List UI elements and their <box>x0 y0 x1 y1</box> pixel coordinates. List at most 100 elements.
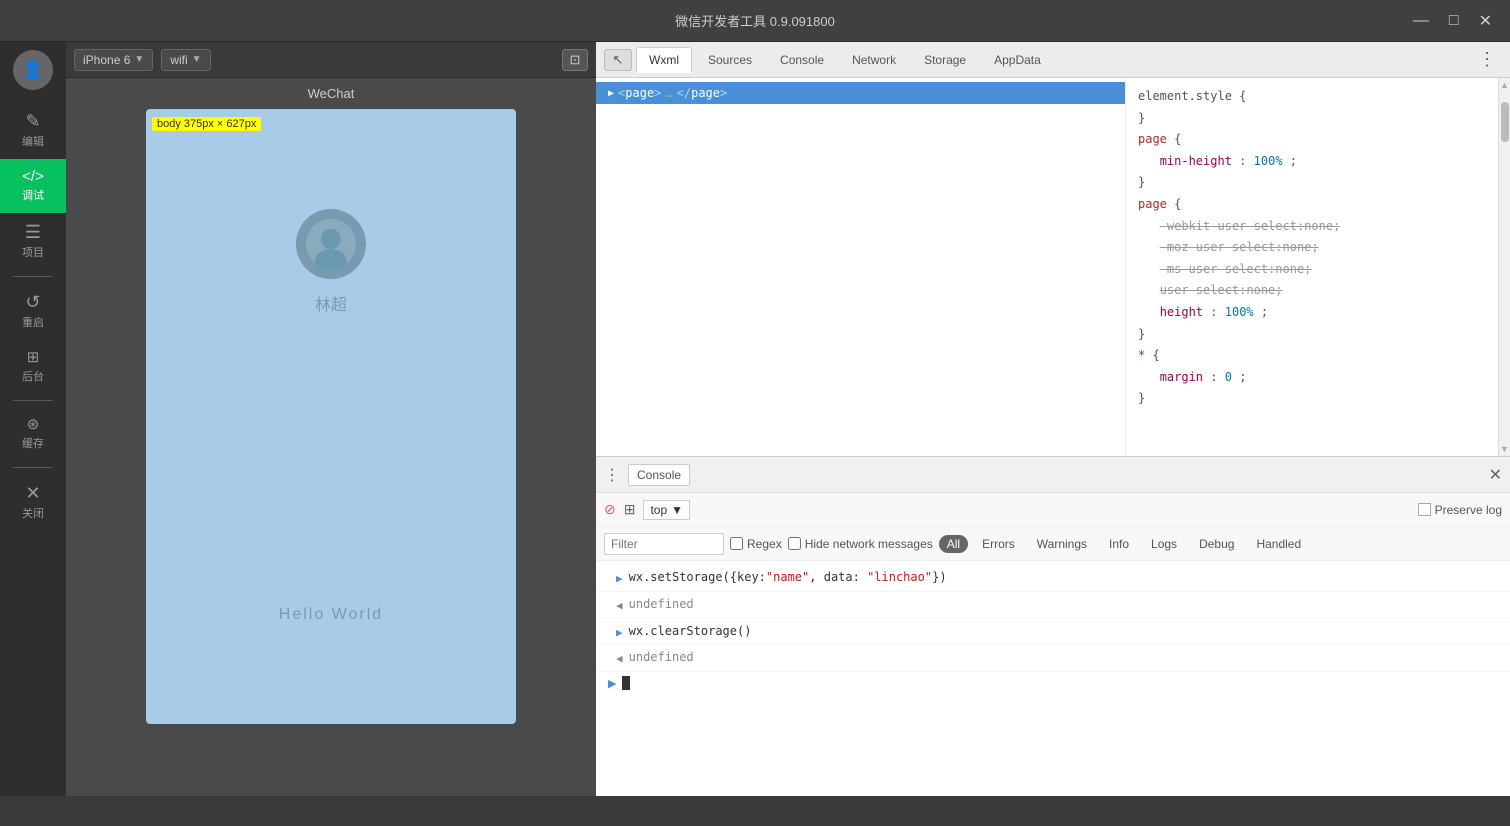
console-panel: ⋮ Console ✕ ⊘ ⊞ top ▼ Pres <box>596 456 1510 796</box>
window-title: 微信开发者工具 0.9.091800 <box>675 11 835 30</box>
cursor-blink <box>622 676 630 690</box>
tab-network[interactable]: Network <box>840 48 908 72</box>
regex-checkbox[interactable] <box>730 537 743 550</box>
console-cursor-row: ▶ <box>596 672 1510 694</box>
console-tab-button[interactable]: Console <box>628 464 690 486</box>
regex-label[interactable]: Regex <box>730 537 782 551</box>
sidebar-divider-1 <box>13 276 53 277</box>
handled-button[interactable]: Handled <box>1248 535 1309 553</box>
close-button[interactable]: ✕ <box>1473 9 1498 33</box>
inspect-toggle-button[interactable]: ↖ <box>604 49 632 71</box>
tab-console[interactable]: Console <box>768 48 836 72</box>
console-menu-button[interactable]: ⋮ <box>604 465 620 485</box>
close-sidebar-icon: ✕ <box>25 484 40 502</box>
title-bar: 微信开发者工具 0.9.091800 — □ ✕ <box>0 0 1510 42</box>
all-log-level-button[interactable]: All <box>939 535 968 553</box>
minimize-button[interactable]: — <box>1407 10 1435 32</box>
style-line-11: height : 100% ; <box>1138 302 1486 324</box>
console-line-1: ▶ wx.setStorage({key:"name", data: "linc… <box>596 565 1510 592</box>
sidebar-item-label-edit: 编辑 <box>22 133 44 149</box>
device-selector[interactable]: iPhone 6 ▼ <box>74 49 153 71</box>
sidebar-item-close[interactable]: ✕ 关闭 <box>0 474 66 531</box>
sidebar-item-debug[interactable]: </> 调试 <box>0 159 66 213</box>
hide-network-checkbox[interactable] <box>788 537 801 550</box>
sidebar-item-project[interactable]: ☰ 项目 <box>0 213 66 270</box>
styles-scrollbar[interactable]: ▲ ▼ <box>1498 78 1510 456</box>
info-label: Info <box>1109 537 1129 551</box>
scroll-thumb[interactable] <box>1501 102 1509 142</box>
network-label: wifi <box>170 53 187 67</box>
tab-wxml-label: Wxml <box>649 53 679 67</box>
console-line-3: ▶ wx.clearStorage() <box>596 619 1510 646</box>
sidebar-item-backend[interactable]: ⊞ 后台 <box>0 340 66 394</box>
tab-storage-label: Storage <box>924 53 966 67</box>
wxml-tree: ▶ <page> … </page> <box>596 78 1126 456</box>
console-line-2: ◀ undefined <box>596 592 1510 619</box>
restart-icon: ↺ <box>25 293 40 311</box>
expand-arrow-2[interactable]: ▶ <box>616 623 623 643</box>
hide-network-text: Hide network messages <box>805 537 933 551</box>
maximize-button[interactable]: □ <box>1443 10 1465 32</box>
tab-wxml[interactable]: Wxml <box>636 47 692 73</box>
console-input-2: wx.clearStorage() <box>629 621 752 643</box>
wxml-selected-element[interactable]: ▶ <page> … </page> <box>596 82 1125 104</box>
hide-network-label[interactable]: Hide network messages <box>788 537 933 551</box>
errors-label: Errors <box>982 537 1015 551</box>
tab-network-label: Network <box>852 53 896 67</box>
main-layout: 👤 ✎ 编辑 </> 调试 ☰ 项目 ↺ 重启 ⊞ 后台 ⊛ <box>0 42 1510 796</box>
top-dropdown-icon: ▼ <box>671 503 683 517</box>
style-line-6: page { <box>1138 194 1486 216</box>
filter-input[interactable] <box>604 533 724 555</box>
wxml-tag-open: <page> <box>618 86 661 100</box>
tab-appdata[interactable]: AppData <box>982 48 1053 72</box>
preserve-log-checkbox[interactable] <box>1418 503 1431 516</box>
user-name: 林超 <box>315 291 347 315</box>
sidebar-item-cache[interactable]: ⊛ 缓存 <box>0 407 66 461</box>
cursor-arrow-icon: ▶ <box>608 677 616 690</box>
style-line-10: user-select:none; <box>1138 280 1486 302</box>
console-close-button[interactable]: ✕ <box>1489 465 1502 485</box>
logs-button[interactable]: Logs <box>1143 535 1185 553</box>
scroll-up-arrow[interactable]: ▲ <box>1499 78 1510 92</box>
style-line-13: * { <box>1138 345 1486 367</box>
left-sidebar: 👤 ✎ 编辑 </> 调试 ☰ 项目 ↺ 重启 ⊞ 后台 ⊛ <box>0 42 66 796</box>
wxml-tag-close: </page> <box>677 86 728 100</box>
project-icon: ☰ <box>25 223 41 241</box>
sidebar-item-label-debug: 调试 <box>22 187 44 203</box>
warnings-label: Warnings <box>1037 537 1087 551</box>
user-avatar <box>296 209 366 279</box>
all-badge-text: All <box>947 537 960 551</box>
style-line-5: } <box>1138 172 1486 194</box>
tab-console-label: Console <box>780 53 824 67</box>
sidebar-divider-2 <box>13 400 53 401</box>
warnings-button[interactable]: Warnings <box>1029 535 1095 553</box>
tab-sources[interactable]: Sources <box>696 48 764 72</box>
top-label: top <box>650 503 667 517</box>
top-context-select[interactable]: top ▼ <box>643 500 690 520</box>
console-output-1: undefined <box>629 594 694 616</box>
expand-arrow-1[interactable]: ▶ <box>616 569 623 589</box>
console-output: ▶ wx.setStorage({key:"name", data: "linc… <box>596 561 1510 796</box>
sidebar-item-edit[interactable]: ✎ 编辑 <box>0 102 66 159</box>
errors-button[interactable]: Errors <box>974 535 1023 553</box>
console-line-4: ◀ undefined <box>596 645 1510 672</box>
style-line-4: min-height : 100% ; <box>1138 151 1486 173</box>
sidebar-item-label-close: 关闭 <box>22 505 44 521</box>
inspect-mode-button[interactable]: ⊡ <box>562 49 588 71</box>
console-filter-bar: ⊘ ⊞ top ▼ Preserve log <box>596 493 1510 527</box>
devtools-more-button[interactable]: ⋮ <box>1472 49 1502 70</box>
tab-storage[interactable]: Storage <box>912 48 978 72</box>
devtools-content: ▶ <page> … </page> element.style { } <box>596 78 1510 796</box>
scroll-down-arrow[interactable]: ▼ <box>1499 442 1510 456</box>
network-selector[interactable]: wifi ▼ <box>161 49 210 71</box>
sidebar-item-restart[interactable]: ↺ 重启 <box>0 283 66 340</box>
filter-icon[interactable]: ⊞ <box>624 501 636 518</box>
debug-icon: </> <box>22 169 44 184</box>
handled-label: Handled <box>1256 537 1301 551</box>
logs-label: Logs <box>1151 537 1177 551</box>
debug-button[interactable]: Debug <box>1191 535 1242 553</box>
devtools-area: ↖ Wxml Sources Console Network Storage A… <box>596 42 1510 796</box>
info-button[interactable]: Info <box>1101 535 1137 553</box>
wxml-ellipsis: … <box>665 86 672 100</box>
stop-icon[interactable]: ⊘ <box>604 501 616 518</box>
